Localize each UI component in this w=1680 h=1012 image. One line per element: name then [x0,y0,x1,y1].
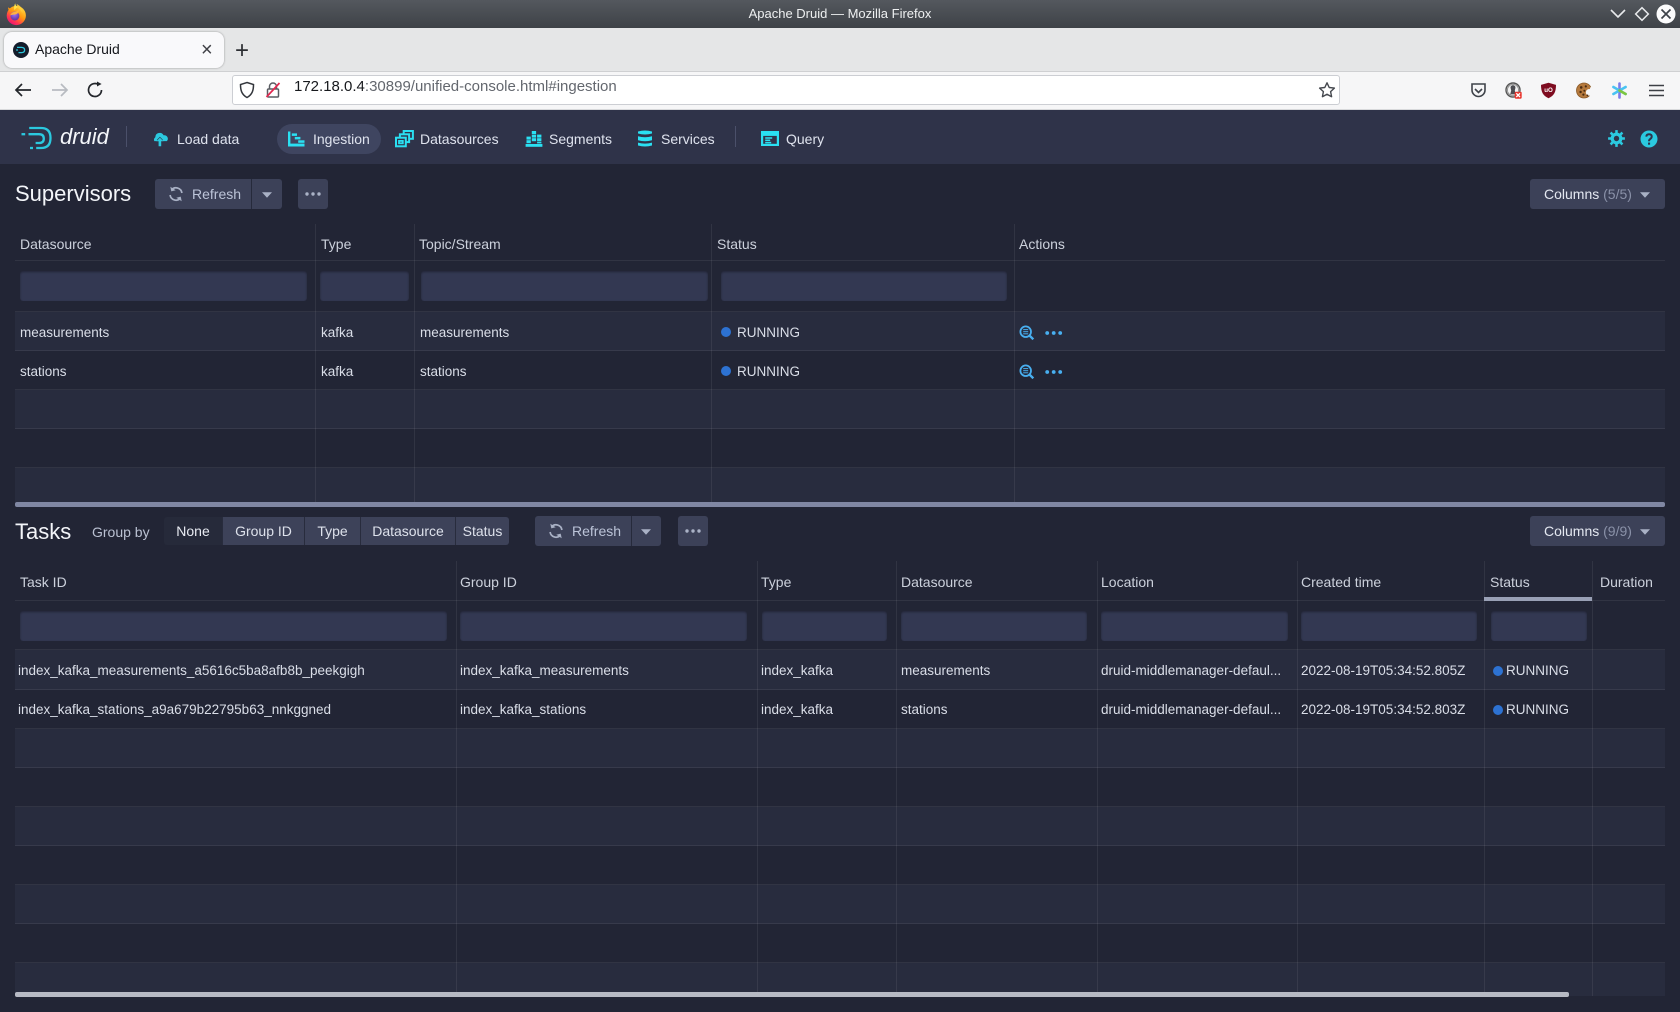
svg-text:uO: uO [1544,87,1553,94]
